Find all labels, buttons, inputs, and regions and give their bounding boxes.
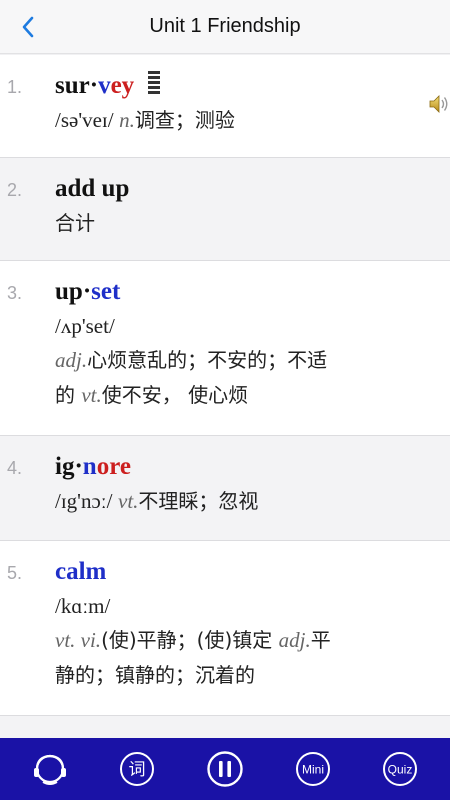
definition: 心烦意乱的；不安的；不适 [87,348,328,372]
bottom-nav-bar: 词 Mini Quiz [0,738,450,800]
definition: 的 [55,383,82,407]
nav-button-quiz[interactable]: Quiz [380,749,420,789]
word-icon-label: 词 [129,760,146,780]
pause-button[interactable] [205,749,245,789]
entry-number: 5. [7,563,23,583]
word-part: ey [110,72,135,99]
entry-phonetic: /ʌp'set/ [55,314,115,338]
entry-meaning-line: 合计 [55,206,450,241]
headphones-icon [33,754,66,785]
entry-meaning-line: vt. vi.(使)平静；(使)镇定 adj.平 [55,623,450,658]
part-of-speech: vt. vi. [55,628,102,652]
definition: 平 [310,628,331,652]
entry-meaning-line: /sə'veɪ/ n.调查；测验 [55,103,450,138]
entry-phonetic: /ɪg'nɔː/ [55,489,113,513]
word-part: · [89,72,99,99]
entry-phonetic: /kɑːm/ [55,594,111,618]
quiz-label: Quiz [388,763,413,777]
speaker-icon[interactable] [428,93,450,115]
word-part: v [98,72,111,99]
entry-meaning-line: adj.心烦意乱的；不安的；不适 [55,343,450,378]
back-button[interactable] [14,12,42,42]
word-list: 1. sur·vey /sə'veɪ/ n.调查；测验 2. add up 合计… [0,55,450,738]
definition: 调查；测验 [134,108,235,132]
word-part: set [91,278,121,305]
mini-icon: Mini [295,752,330,786]
entry-meaning-line: /ɪg'nɔː/ vt.不理睬；忽视 [55,484,450,519]
definition: (使)平静；(使)镇定 [101,628,279,652]
list-item[interactable] [0,716,450,738]
word-part: n [82,453,97,480]
word-part: · [74,453,83,480]
entry-word: up·set [55,275,450,309]
page-title: Unit 1 Friendship [149,15,301,37]
entry-word: add up [55,172,450,206]
list-item[interactable]: 1. sur·vey /sə'veɪ/ n.调查；测验 [0,55,450,158]
entry-meaning-line: 的 vt.使不安， 使心烦 [55,378,450,413]
nav-button-listen[interactable] [30,749,70,789]
entry-number: 2. [7,180,23,200]
nav-button-mini[interactable]: Mini [293,749,333,789]
word-part: · [82,278,92,305]
part-of-speech: adj. [55,348,88,372]
part-of-speech: vt. [81,383,102,407]
list-item[interactable]: 3. up·set /ʌp'set/ adj.心烦意乱的；不安的；不适 的 vt… [0,261,450,436]
part-of-speech: n. [119,108,135,132]
definition: 不理睬；忽视 [138,489,259,513]
entry-number: 1. [7,77,23,97]
mini-label: Mini [302,763,324,777]
word-part: up [55,278,83,305]
entry-meaning-line: 静的；镇静的；沉着的 [55,658,450,693]
word-part: calm [55,558,107,585]
entry-number: 3. [7,283,23,303]
chevron-left-icon [22,16,34,38]
part-of-speech: vt. [118,489,139,513]
definition: 合计 [55,211,95,235]
entry-word: sur·vey [55,69,450,103]
word-part: ore [96,453,131,480]
header-bar: Unit 1 Friendship [0,0,450,54]
definition: 使不安， 使心烦 [101,383,249,407]
word-part: ig [55,453,75,480]
entry-word: ig·nore [55,450,450,484]
list-item[interactable]: 5. calm /kɑːm/ vt. vi.(使)平静；(使)镇定 adj.平 … [0,541,450,716]
quiz-icon: Quiz [383,752,418,786]
entry-word: calm [55,555,450,589]
word-icon: 词 [120,752,155,786]
frequency-bars-icon [148,71,161,94]
nav-button-words[interactable]: 词 [117,749,157,789]
list-item[interactable]: 4. ig·nore /ɪg'nɔː/ vt.不理睬；忽视 [0,436,450,541]
word-part: add up [55,175,130,202]
list-item[interactable]: 2. add up 合计 [0,158,450,261]
word-part: sur [55,72,90,99]
entry-number: 4. [7,458,23,478]
pause-icon [207,751,243,787]
entry-phonetic: /sə'veɪ/ [55,108,114,132]
part-of-speech: adj. [278,628,311,652]
definition: 静的；镇静的；沉着的 [55,663,255,687]
